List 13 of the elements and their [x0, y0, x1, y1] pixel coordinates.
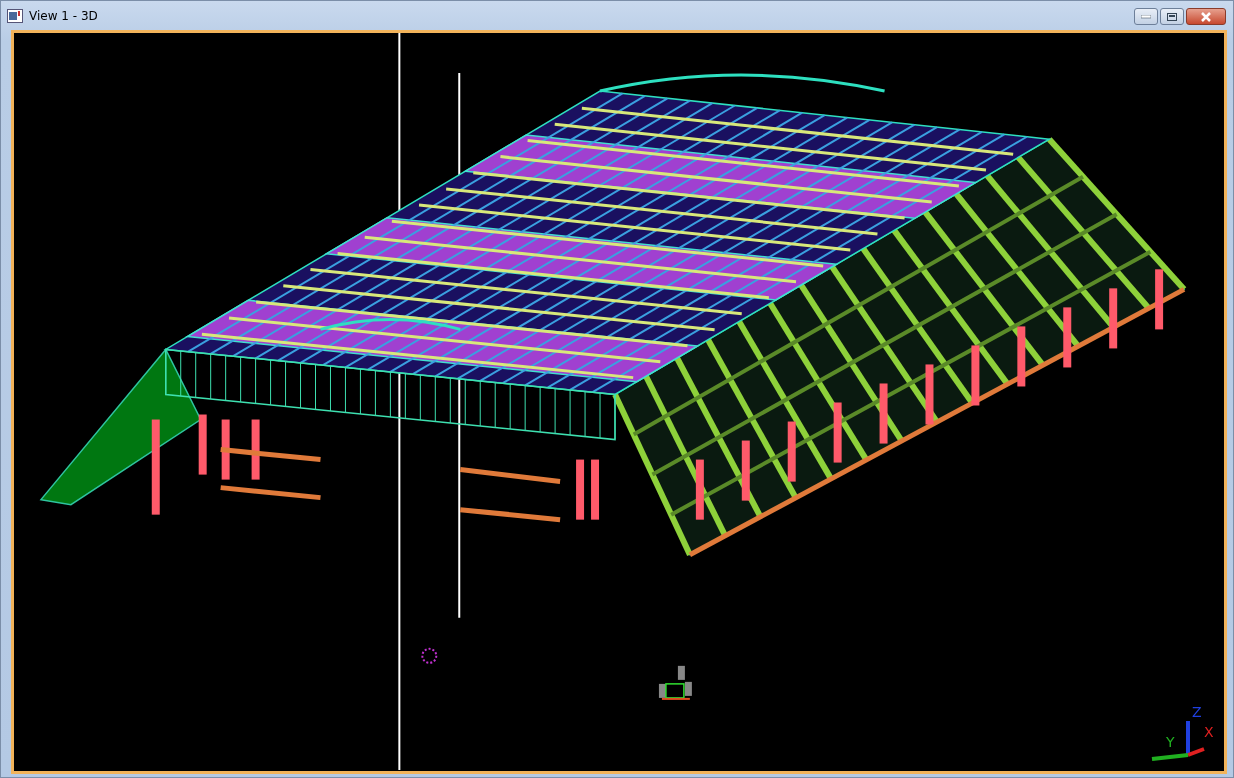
- close-button[interactable]: [1186, 8, 1226, 25]
- window-title: View 1 - 3D: [29, 8, 99, 23]
- maximize-button[interactable]: [1160, 8, 1184, 25]
- app-icon: [7, 8, 23, 23]
- minimize-icon: [1141, 14, 1151, 19]
- close-icon: [1200, 11, 1212, 22]
- 3d-viewport[interactable]: Z X Y: [11, 30, 1227, 774]
- axis-label: Y: [1166, 734, 1175, 750]
- origin-gizmo-icon: [658, 665, 692, 700]
- axis-label: Z: [1192, 704, 1202, 720]
- axis-label: X: [1204, 724, 1214, 740]
- target-marker-icon: [421, 647, 438, 664]
- maximize-icon: [1167, 12, 1177, 21]
